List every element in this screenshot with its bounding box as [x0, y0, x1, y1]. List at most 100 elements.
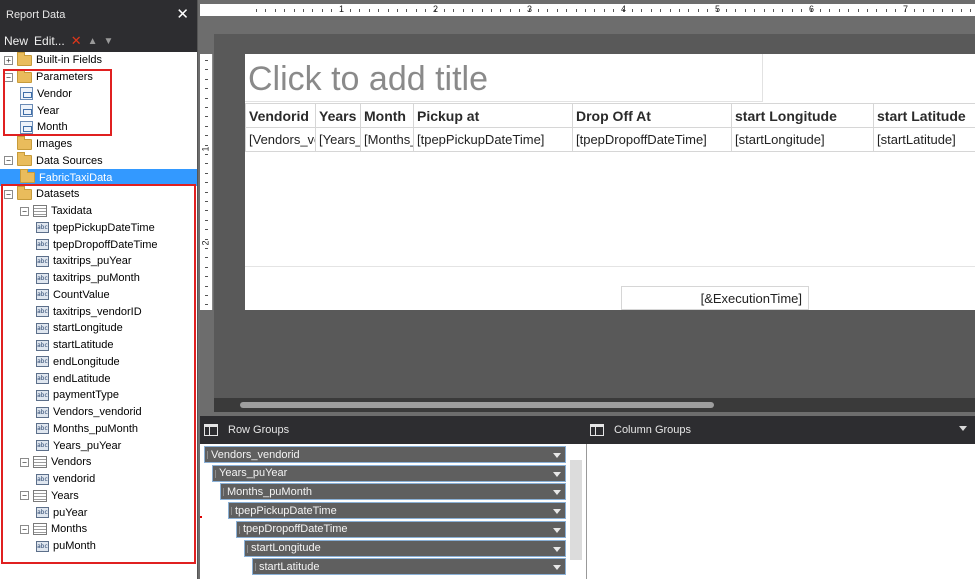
tree-item[interactable]: Year: [0, 102, 197, 119]
tree-item[interactable]: − Vendors: [0, 454, 197, 471]
collapse-icon[interactable]: −: [4, 72, 13, 82]
row-group-item[interactable]: Vendors_vendorid: [204, 446, 566, 463]
vertical-ruler: 12: [200, 54, 213, 310]
tree-item[interactable]: abc taxitrips_puYear: [0, 253, 197, 270]
tree-item[interactable]: FabricTaxiData: [0, 169, 197, 186]
chevron-down-icon[interactable]: [959, 426, 967, 431]
expand-icon[interactable]: +: [4, 55, 13, 65]
report-title-box[interactable]: Click to add title: [245, 54, 763, 102]
tree-item[interactable]: abc Months_puMonth: [0, 421, 197, 438]
row-groups-header: Row Groups: [200, 416, 586, 444]
tree-item[interactable]: − Taxidata: [0, 203, 197, 220]
collapse-icon[interactable]: −: [20, 524, 29, 534]
tree-item[interactable]: Vendor: [0, 86, 197, 103]
chevron-down-icon[interactable]: [553, 471, 561, 477]
delete-icon[interactable]: ✕: [71, 33, 82, 49]
execution-time-textbox[interactable]: [&ExecutionTime]: [621, 286, 809, 310]
table-cell[interactable]: [tpepPickupDateTime]: [413, 127, 573, 152]
chevron-down-icon[interactable]: [553, 527, 561, 533]
tree-item[interactable]: − Years: [0, 488, 197, 505]
move-up-icon[interactable]: ▲: [88, 36, 98, 47]
tree-item[interactable]: abc startLongitude: [0, 320, 197, 337]
chevron-down-icon[interactable]: [553, 453, 561, 458]
row-group-item[interactable]: tpepDropoffDateTime: [236, 520, 566, 538]
table-header-cell[interactable]: Vendorid: [245, 103, 316, 128]
row-group-item[interactable]: startLatitude: [252, 558, 566, 576]
table-header-cell[interactable]: Month: [360, 103, 414, 128]
chevron-down-icon[interactable]: [553, 546, 561, 552]
report-title-placeholder: Click to add title: [248, 60, 488, 98]
tree-item[interactable]: + Built-in Fields: [0, 51, 197, 69]
tree-item[interactable]: abc Years_puYear: [0, 437, 197, 454]
tree-item[interactable]: abc taxitrips_vendorID: [0, 303, 197, 320]
collapse-icon[interactable]: −: [4, 189, 13, 199]
table-cell[interactable]: [Years_puYear]: [315, 127, 361, 152]
chevron-down-icon[interactable]: [553, 509, 561, 515]
table-cell[interactable]: [startLongitude]: [731, 127, 874, 152]
chevron-down-icon[interactable]: [553, 565, 561, 571]
tree-item[interactable]: abc endLatitude: [0, 370, 197, 387]
table-header-cell[interactable]: start Latitude: [873, 103, 975, 128]
tree-item[interactable]: abc CountValue: [0, 287, 197, 304]
collapse-icon[interactable]: −: [20, 491, 29, 501]
tree-item[interactable]: abc puMonth: [0, 538, 197, 555]
collapse-icon[interactable]: −: [4, 156, 13, 166]
tree-item[interactable]: abc tpepDropoffDateTime: [0, 236, 197, 253]
table-cell[interactable]: [Vendors_vendorid]: [245, 127, 316, 152]
ruler-tick: [205, 163, 208, 165]
tree-item[interactable]: abc Vendors_vendorid: [0, 404, 197, 421]
row-group-item[interactable]: Years_puYear: [212, 464, 566, 482]
ruler-tick: [688, 9, 690, 12]
tree-item[interactable]: abc endLongitude: [0, 354, 197, 371]
tree-item[interactable]: Images: [0, 135, 197, 153]
tree-item[interactable]: abc puYear: [0, 504, 197, 521]
tree-item[interactable]: abc startLatitude: [0, 337, 197, 354]
horizontal-scrollbar[interactable]: [214, 398, 975, 412]
close-icon[interactable]: ✕: [176, 7, 189, 22]
report-table[interactable]: Vendorid Years Month Pickup at Drop Off At st…: [245, 103, 975, 152]
tree-item[interactable]: abc taxitrips_puMonth: [0, 270, 197, 287]
row-group-item[interactable]: tpepPickupDateTime: [228, 502, 566, 520]
tree-item[interactable]: − Months: [0, 521, 197, 538]
table-header-cell[interactable]: Drop Off At: [572, 103, 732, 128]
chevron-down-icon[interactable]: [553, 490, 561, 496]
new-button[interactable]: New: [4, 34, 28, 48]
row-groups-scrollbar[interactable]: [570, 460, 582, 560]
move-down-icon[interactable]: ▼: [104, 36, 114, 47]
dataset-icon: [33, 456, 47, 469]
tree-item[interactable]: − Parameters: [0, 68, 197, 86]
row-group-item[interactable]: Months_puMonth: [220, 483, 566, 501]
collapse-icon[interactable]: −: [20, 206, 29, 216]
row-group-item[interactable]: startLongitude: [244, 539, 566, 557]
dataset-icon: [33, 489, 47, 502]
table-header-cell[interactable]: Pickup at: [413, 103, 573, 128]
tree-item[interactable]: − Data Sources: [0, 152, 197, 170]
ruler-tick: [857, 9, 859, 12]
tree-item[interactable]: abc vendorid: [0, 471, 197, 488]
tree-item[interactable]: abc tpepPickupDateTime: [0, 220, 197, 237]
ruler-tick: [425, 9, 427, 12]
tree-item[interactable]: − Datasets: [0, 185, 197, 203]
tree-item[interactable]: Month: [0, 119, 197, 136]
ruler-tick: [669, 9, 671, 12]
horizontal-scrollbar-thumb[interactable]: [240, 402, 714, 408]
ruler-tick: [575, 9, 577, 12]
table-cell[interactable]: [tpepDropoffDateTime]: [572, 127, 732, 152]
table-header-cell[interactable]: Years: [315, 103, 361, 128]
ruler-tick: [914, 9, 915, 12]
ruler-tick: [829, 9, 831, 12]
table-cell[interactable]: [Months_puMonth]: [360, 127, 414, 152]
ruler-tick: [491, 9, 492, 12]
ruler-tick: [848, 9, 850, 12]
collapse-icon[interactable]: −: [20, 457, 29, 467]
report-data-toolbar: New Edit... ✕ ▲ ▼: [0, 30, 197, 52]
report-page: Click to add title Vendorid Years Month Pic…: [245, 54, 975, 310]
folder-icon: [20, 169, 35, 184]
tree-item-label: Months: [51, 523, 88, 536]
field-icon: abc: [36, 423, 49, 435]
table-cell[interactable]: [startLatitude]: [873, 127, 975, 152]
edit-button[interactable]: Edit...: [34, 34, 65, 48]
field-icon: abc: [36, 255, 49, 267]
table-header-cell[interactable]: start Longitude: [731, 103, 874, 128]
tree-item[interactable]: abc paymentType: [0, 387, 197, 404]
